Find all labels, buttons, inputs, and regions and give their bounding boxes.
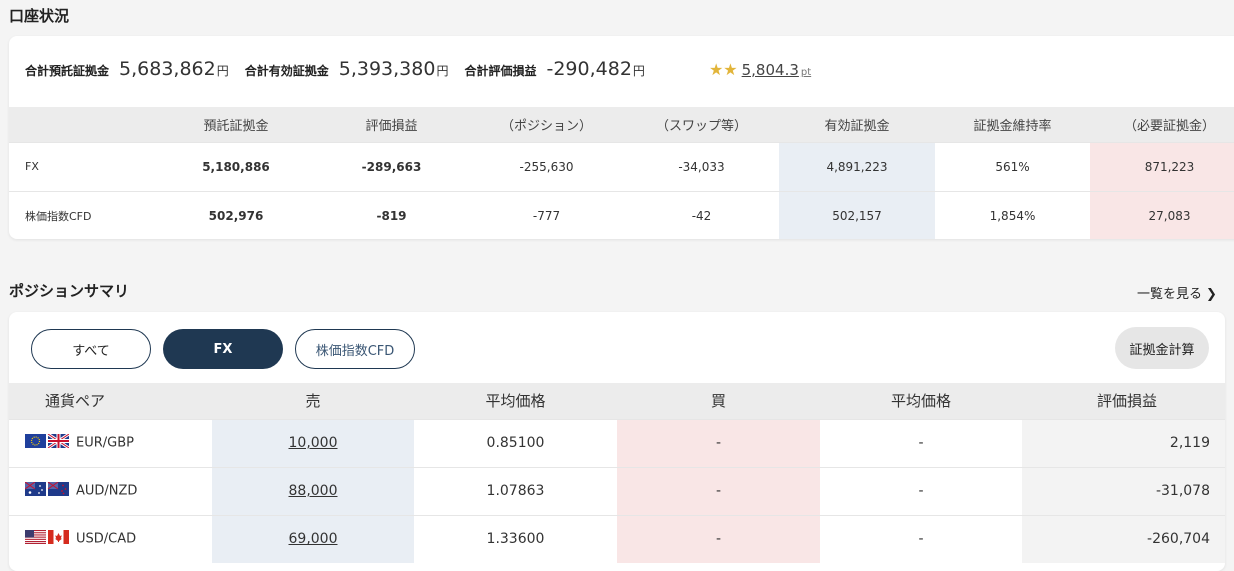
sell-amount-link[interactable]: 69,000 [212, 514, 414, 563]
total-effective-unit: 円 [436, 64, 449, 78]
row-label: FX [9, 141, 158, 191]
sell-avg-cell: 0.85100 [414, 418, 617, 467]
pair-name: EUR/GBP [76, 435, 134, 451]
swap-cell: -34,033 [624, 141, 779, 191]
eu-flag [25, 434, 46, 448]
position-table: 通貨ペア 売 平均価格 買 平均価格 評価損益 EUR/GBP 10,000 0… [9, 383, 1225, 563]
ratio-cell: 561% [935, 141, 1090, 191]
buy-amount-cell: - [617, 514, 820, 563]
see-all-label: 一覧を見る [1137, 287, 1203, 302]
header-pair: 通貨ペア [9, 383, 212, 419]
row-label: 株価指数CFD [9, 190, 158, 239]
effective-cell: 502,157 [779, 190, 935, 239]
total-pl-label: 合計評価損益 [464, 64, 537, 78]
position-cell: -777 [469, 190, 624, 239]
table-row[interactable]: USD/CAD 69,000 1.33600 - - -260,704 [9, 514, 1225, 563]
buy-amount-cell: - [617, 466, 820, 515]
chevron-right-icon: ❯ [1206, 287, 1217, 302]
header-effective: 有効証拠金 [779, 107, 935, 142]
sell-avg-cell: 1.07863 [414, 466, 617, 515]
account-summary: 合計預託証拠金 5,683,862 円 合計有効証拠金 5,393,380 円 … [25, 58, 811, 88]
table-row: FX 5,180,886 -289,663 -255,630 -34,033 4… [9, 141, 1234, 191]
pl-cell: 2,119 [1022, 418, 1225, 467]
pair-name: AUD/NZD [76, 483, 138, 499]
header-sell: 売 [212, 383, 414, 419]
header-buy-avg: 平均価格 [820, 383, 1022, 419]
header-buy: 買 [617, 383, 820, 419]
filter-all-button[interactable]: すべて [31, 329, 151, 369]
filter-fx-button[interactable]: FX [163, 329, 283, 369]
sell-avg-cell: 1.33600 [414, 514, 617, 563]
points-link[interactable]: 5,804.3 [742, 61, 799, 79]
pair-name: USD/CAD [76, 531, 137, 547]
swap-cell: -42 [624, 190, 779, 239]
header-ratio: 証拠金維持率 [935, 107, 1090, 142]
points-unit[interactable]: pt [801, 67, 811, 78]
header-blank [9, 107, 158, 142]
position-summary-title: ポジションサマリ [9, 282, 130, 300]
header-sell-avg: 平均価格 [414, 383, 617, 419]
pair-cell: USD/CAD [9, 514, 212, 563]
sell-amount-link[interactable]: 10,000 [212, 418, 414, 467]
us-flag [25, 530, 46, 545]
buy-avg-cell: - [820, 418, 1022, 467]
required-cell: 871,223 [1090, 141, 1234, 191]
account-table: 預託証拠金 評価損益 （ポジション） （スワップ等） 有効証拠金 証拠金維持率 … [9, 107, 1234, 239]
pl-cell: -31,078 [1022, 466, 1225, 515]
deposit-cell: 5,180,886 [158, 141, 314, 191]
see-all-link[interactable]: 一覧を見る ❯ [1137, 283, 1217, 302]
pl-cell: -289,663 [314, 141, 469, 191]
nz-flag [47, 481, 69, 496]
total-effective-value: 5,393,380 [338, 58, 436, 80]
position-cell: -255,630 [469, 141, 624, 191]
total-deposit-value: 5,683,862 [119, 58, 216, 80]
table-row[interactable]: AUD/NZD 88,000 1.07863 - - -31,078 [9, 466, 1225, 515]
total-pl-value: -290,482 [546, 58, 632, 80]
pl-cell: -819 [314, 190, 469, 239]
total-deposit-label: 合計預託証拠金 [25, 64, 110, 78]
effective-cell: 4,891,223 [779, 141, 935, 191]
position-table-header: 通貨ペア 売 平均価格 買 平均価格 評価損益 [9, 383, 1225, 419]
buy-amount-cell: - [617, 418, 820, 467]
total-effective-label: 合計有効証拠金 [244, 64, 329, 78]
account-table-header: 預託証拠金 評価損益 （ポジション） （スワップ等） 有効証拠金 証拠金維持率 … [9, 107, 1234, 142]
account-title: 口座状況 [9, 7, 70, 25]
header-pl: 評価損益 [314, 107, 469, 142]
sell-amount-link[interactable]: 88,000 [212, 466, 414, 515]
buy-avg-cell: - [820, 514, 1022, 563]
filter-cfd-button[interactable]: 株価指数CFD [295, 329, 415, 369]
deposit-cell: 502,976 [158, 190, 314, 239]
pair-cell: AUD/NZD [9, 466, 212, 515]
account-card: 合計預託証拠金 5,683,862 円 合計有効証拠金 5,393,380 円 … [9, 36, 1234, 239]
pair-cell: EUR/GBP [9, 418, 212, 467]
total-deposit-unit: 円 [216, 64, 229, 78]
margin-calc-button[interactable]: 証拠金計算 [1115, 327, 1209, 369]
star-icon: ★★ [708, 60, 738, 79]
total-pl-unit: 円 [632, 64, 645, 78]
header-pl: 評価損益 [1022, 383, 1225, 419]
position-card: すべて FX 株価指数CFD 証拠金計算 通貨ペア 売 平均価格 買 平均価格 … [9, 312, 1225, 571]
header-swap: （スワップ等） [624, 107, 779, 142]
header-deposit: 預託証拠金 [158, 107, 314, 142]
ratio-cell: 1,854% [935, 190, 1090, 239]
uk-flag [47, 432, 70, 450]
header-required: （必要証拠金） [1090, 107, 1234, 142]
table-row[interactable]: EUR/GBP 10,000 0.85100 - - 2,119 [9, 418, 1225, 467]
header-position: （ポジション） [469, 107, 624, 142]
ca-flag [48, 530, 69, 545]
au-flag [24, 481, 46, 496]
table-row: 株価指数CFD 502,976 -819 -777 -42 502,157 1,… [9, 190, 1234, 239]
required-cell: 27,083 [1090, 190, 1234, 239]
buy-avg-cell: - [820, 466, 1022, 515]
pl-cell: -260,704 [1022, 514, 1225, 563]
